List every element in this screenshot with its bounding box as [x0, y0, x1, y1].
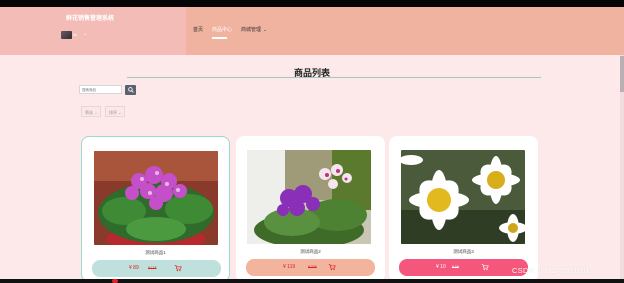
nav-item-home[interactable]: 首页	[193, 26, 203, 33]
title-divider	[127, 77, 541, 78]
product-name: 测试商品3	[453, 249, 474, 254]
cart-icon[interactable]	[481, 263, 489, 271]
price-bar[interactable]: ¥ 89 ¥ 118	[92, 260, 221, 277]
chevron-down-icon[interactable]: ⌄	[83, 31, 87, 37]
product-image[interactable]	[247, 150, 371, 244]
product-image[interactable]	[94, 151, 218, 245]
search-button[interactable]	[125, 85, 136, 95]
product-original-price: ¥ 235	[308, 265, 317, 269]
search-icon	[127, 87, 134, 93]
search-input[interactable]	[79, 85, 122, 94]
filter-dropdown[interactable]: 筛选 ⌄	[81, 106, 102, 117]
chevron-down-icon: ⌄	[94, 110, 98, 115]
price-bar[interactable]: ¥ 119 ¥ 235	[246, 259, 375, 276]
product-name: 测试商品1	[145, 250, 166, 255]
product-name: 测试商品2	[300, 249, 321, 254]
product-price: ¥ 119	[283, 264, 296, 270]
product-card[interactable]: 测试商品1 ¥ 89 ¥ 118	[81, 136, 230, 282]
chevron-down-icon: ⌄	[118, 110, 122, 115]
nav-active-underline	[212, 37, 227, 39]
sort-dropdown[interactable]: 排序 ⌄	[105, 106, 126, 117]
product-original-price: ¥ 118	[148, 266, 157, 270]
progress-marker	[112, 279, 118, 283]
avatar[interactable]	[61, 31, 72, 39]
bottom-edge-strip	[0, 279, 624, 283]
watermark: CSDN @MZ_ZXD001	[512, 266, 590, 275]
price-bar[interactable]: ¥ 10 ¥ 69	[399, 259, 528, 276]
chevron-down-icon[interactable]: ⌄	[263, 27, 267, 33]
cart-icon[interactable]	[328, 263, 336, 271]
filter-label: 筛选	[85, 110, 93, 115]
product-card[interactable]: 测试商品3 ¥ 10 ¥ 69	[389, 136, 538, 282]
product-price: ¥ 10	[436, 264, 446, 270]
sort-label: 排序	[109, 110, 117, 115]
app-header: 鲜花销售管理系统 hk ⌄ 首页 商品中心 商城管理 ⌄	[0, 7, 624, 55]
cart-icon[interactable]	[174, 264, 182, 272]
user-name[interactable]: hk	[73, 32, 77, 37]
brand-title: 鲜花销售管理系统	[66, 16, 115, 22]
nav-item-product-center[interactable]: 商品中心	[212, 26, 232, 33]
brand-panel: 鲜花销售管理系统 hk ⌄	[0, 7, 186, 55]
product-price: ¥ 89	[129, 265, 139, 271]
product-image[interactable]	[401, 150, 525, 244]
product-card[interactable]: 测试商品2 ¥ 119 ¥ 235	[236, 136, 385, 282]
nav-item-shop-management[interactable]: 商城管理	[241, 26, 261, 33]
product-original-price: ¥ 69	[452, 265, 459, 269]
top-edge-strip	[0, 0, 624, 7]
